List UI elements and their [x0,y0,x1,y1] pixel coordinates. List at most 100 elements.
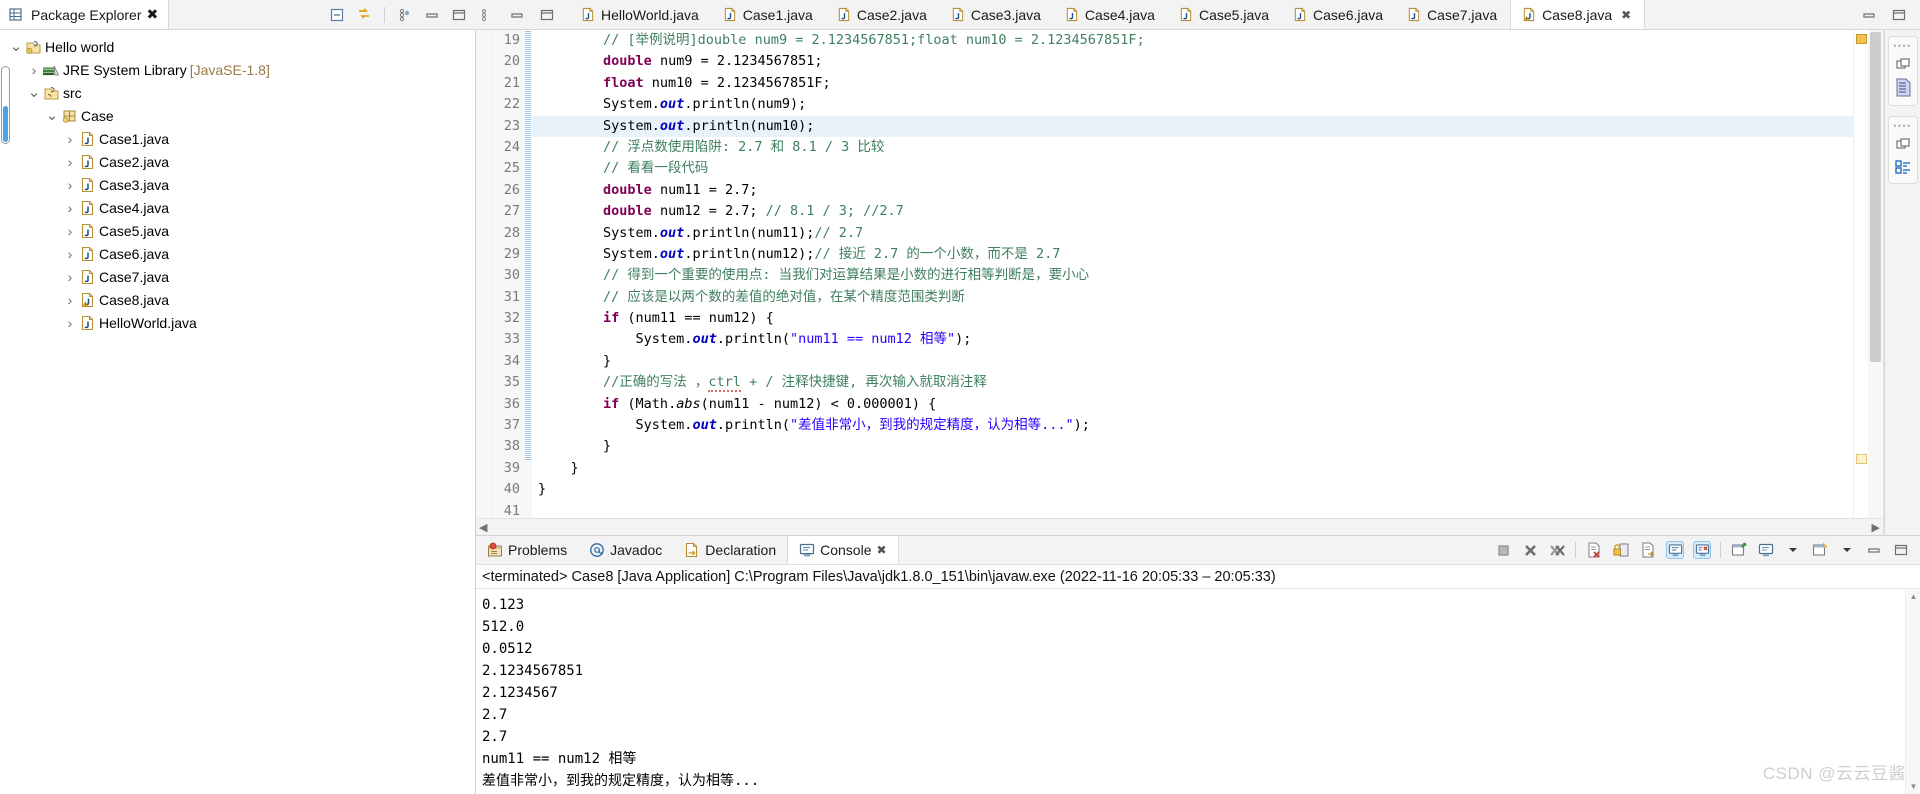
editor-tab-case8[interactable]: Case8.java ✖ [1510,0,1646,29]
code-line[interactable]: } [532,479,1853,500]
overview-warning-mark-2[interactable] [1856,454,1867,464]
tree-item-case2-java[interactable]: › Case2.java [0,150,475,173]
overview-warning-mark[interactable] [1856,34,1867,44]
editor-tab-case2[interactable]: Case2.java [825,0,940,29]
chevron-right-icon[interactable]: › [62,292,78,308]
chevron-right-icon[interactable]: › [62,154,78,170]
tree-item-case3-java[interactable]: › Case3.java [0,173,475,196]
editor-menu-icon[interactable] [478,6,496,24]
chevron-right-icon[interactable]: › [26,62,42,78]
word-wrap-icon[interactable] [1639,541,1657,559]
close-icon[interactable]: ✖ [147,6,159,23]
editor-overview-ruler[interactable] [1853,30,1868,518]
console-vertical-scrollbar[interactable]: ▲ ▼ [1905,589,1920,794]
tab-package-explorer[interactable]: Package Explorer ✖ [0,0,170,29]
tree-item-case4-java[interactable]: › Case4.java [0,196,475,219]
code-line[interactable]: // 浮点数使用陷阱: 2.7 和 8.1 / 3 比较 [532,137,1853,158]
explorer-scrollbar-thumb[interactable] [3,106,8,142]
chevron-right-icon[interactable]: › [62,315,78,331]
chevron-right-icon[interactable]: › [62,223,78,239]
show-console-on-error-icon[interactable] [1693,541,1711,559]
code-line[interactable]: } [532,458,1853,479]
code-line[interactable]: System.out.println("差值非常小，到我的规定精度，认为相等..… [532,415,1853,436]
code-line[interactable]: // [举例说明]double num9 = 2.1234567851;floa… [532,30,1853,51]
tree-item-case8-java[interactable]: › Case8.java [0,288,475,311]
minimize-icon[interactable] [423,6,441,24]
tree-item-case1-java[interactable]: › Case1.java [0,127,475,150]
editor-vscroll-thumb[interactable] [1870,32,1881,362]
code-line[interactable]: System.out.println("num11 == num12 相等"); [532,329,1853,350]
outline-document-icon[interactable] [1894,78,1912,98]
tree-item-case[interactable]: ⌄ Case [0,104,475,127]
tree-item-case5-java[interactable]: › Case5.java [0,219,475,242]
code-line[interactable]: float num10 = 2.1234567851F; [532,73,1853,94]
chevron-down-icon[interactable]: ⌄ [8,39,24,54]
collapse-all-icon[interactable] [328,6,346,24]
explorer-scrollbar[interactable] [1,66,10,144]
link-with-editor-icon[interactable] [355,6,373,24]
display-selected-console-menu-icon[interactable] [1784,541,1802,559]
code-line[interactable]: if (Math.abs(num11 - num12) < 0.000001) … [532,394,1853,415]
code-line[interactable]: } [532,436,1853,457]
show-console-on-output-icon[interactable] [1666,541,1684,559]
editor-tab-case4[interactable]: Case4.java [1053,0,1168,29]
editor-tab-helloworld[interactable]: HelloWorld.java [570,0,712,29]
code-line[interactable]: System.out.println(num10); [532,115,1853,137]
editor-marker-gutter[interactable] [476,30,492,518]
view-stack-handle-1[interactable]: •••• [1893,42,1912,51]
chevron-down-icon[interactable]: ⌄ [44,108,60,123]
close-icon[interactable]: ✖ [877,543,887,557]
code-line[interactable]: //正确的写法 ，ctrl + / 注释快捷键, 再次输入就取消注释 [532,372,1853,393]
remove-all-terminated-icon[interactable] [1548,541,1566,559]
view-stack-handle-2[interactable]: •••• [1893,122,1912,131]
code-line[interactable]: double num11 = 2.7; [532,180,1853,201]
bottom-tab-declaration[interactable]: Declaration [673,536,787,564]
chevron-right-icon[interactable]: › [62,269,78,285]
console-output-text[interactable]: 0.123 512.0 0.0512 2.1234567851 2.1234567 2.7… [476,589,1905,794]
open-console-icon[interactable] [1811,541,1829,559]
tree-item-case7-java[interactable]: › Case7.java [0,265,475,288]
editor-tab-case7[interactable]: Case7.java [1396,0,1511,29]
terminate-icon[interactable] [1494,541,1512,559]
chevron-right-icon[interactable]: › [62,177,78,193]
view-menu-icon[interactable] [396,6,414,24]
editor-tab-case3[interactable]: Case3.java [939,0,1054,29]
code-line[interactable]: System.out.println(num12);// 接近 2.7 的一个小… [532,244,1853,265]
code-line[interactable]: double num12 = 2.7; // 8.1 / 3; //2.7 [532,201,1853,222]
chevron-down-icon[interactable]: ⌄ [26,85,42,100]
restore-icon[interactable] [1895,56,1911,72]
restore-icon-2[interactable] [1895,136,1911,152]
remove-launch-icon[interactable] [1521,541,1539,559]
bottom-tab-javadoc[interactable]: Javadoc [578,536,673,564]
tree-item-helloworld-java[interactable]: › HelloWorld.java [0,311,475,334]
code-line[interactable]: System.out.println(num11);// 2.7 [532,223,1853,244]
editor-code-text[interactable]: // [举例说明]double num9 = 2.1234567851;floa… [532,30,1853,518]
code-line[interactable]: // 得到一个重要的使用点: 当我们对运算结果是小数的进行相等判断是，要小心 [532,265,1853,286]
editor-tab-case5[interactable]: Case5.java [1167,0,1283,29]
package-explorer-tree[interactable]: ⌄ J Hello world › JRE System Library [JavaS… [0,30,476,794]
display-selected-console-icon[interactable] [1757,541,1775,559]
editor-vertical-scrollbar[interactable] [1868,30,1883,518]
chevron-right-icon[interactable]: › [62,131,78,147]
console-scroll-up-arrow[interactable]: ▲ [1906,589,1920,604]
editor-tab-case1[interactable]: Case1.java [711,0,826,29]
close-icon[interactable]: ✖ [1621,8,1631,22]
bottom-tab-problems[interactable]: Problems [476,536,578,564]
code-line[interactable]: // 应该是以两个数的差值的绝对值，在某个精度范围类判断 [532,287,1853,308]
code-line[interactable]: double num9 = 2.1234567851; [532,51,1853,72]
pin-console-icon[interactable] [1730,541,1748,559]
maximize-icon[interactable] [450,6,468,24]
tree-item-src[interactable]: ⌄ src [0,81,475,104]
editor-maximize-icon[interactable] [538,6,556,24]
hscroll-right-arrow[interactable]: ▶ [1872,521,1880,534]
editor-restore-icon[interactable] [1860,6,1878,24]
code-area[interactable]: 19 20 21 22 23 24 25 26 27 28 29 30 31 32 33 34 35 36 37 38… [476,30,1883,518]
minimize-icon[interactable] [1865,541,1883,559]
editor-maximize2-icon[interactable] [1890,6,1908,24]
bottom-tab-console[interactable]: Console ✖ [787,536,899,564]
maximize-icon[interactable] [1892,541,1910,559]
editor-minimize-icon[interactable] [508,6,526,24]
editor-horizontal-scrollbar[interactable]: ◀ ▶ [476,518,1883,535]
code-line[interactable]: if (num11 == num12) { [532,308,1853,329]
tree-item-hello-world[interactable]: ⌄ J Hello world [0,35,475,58]
